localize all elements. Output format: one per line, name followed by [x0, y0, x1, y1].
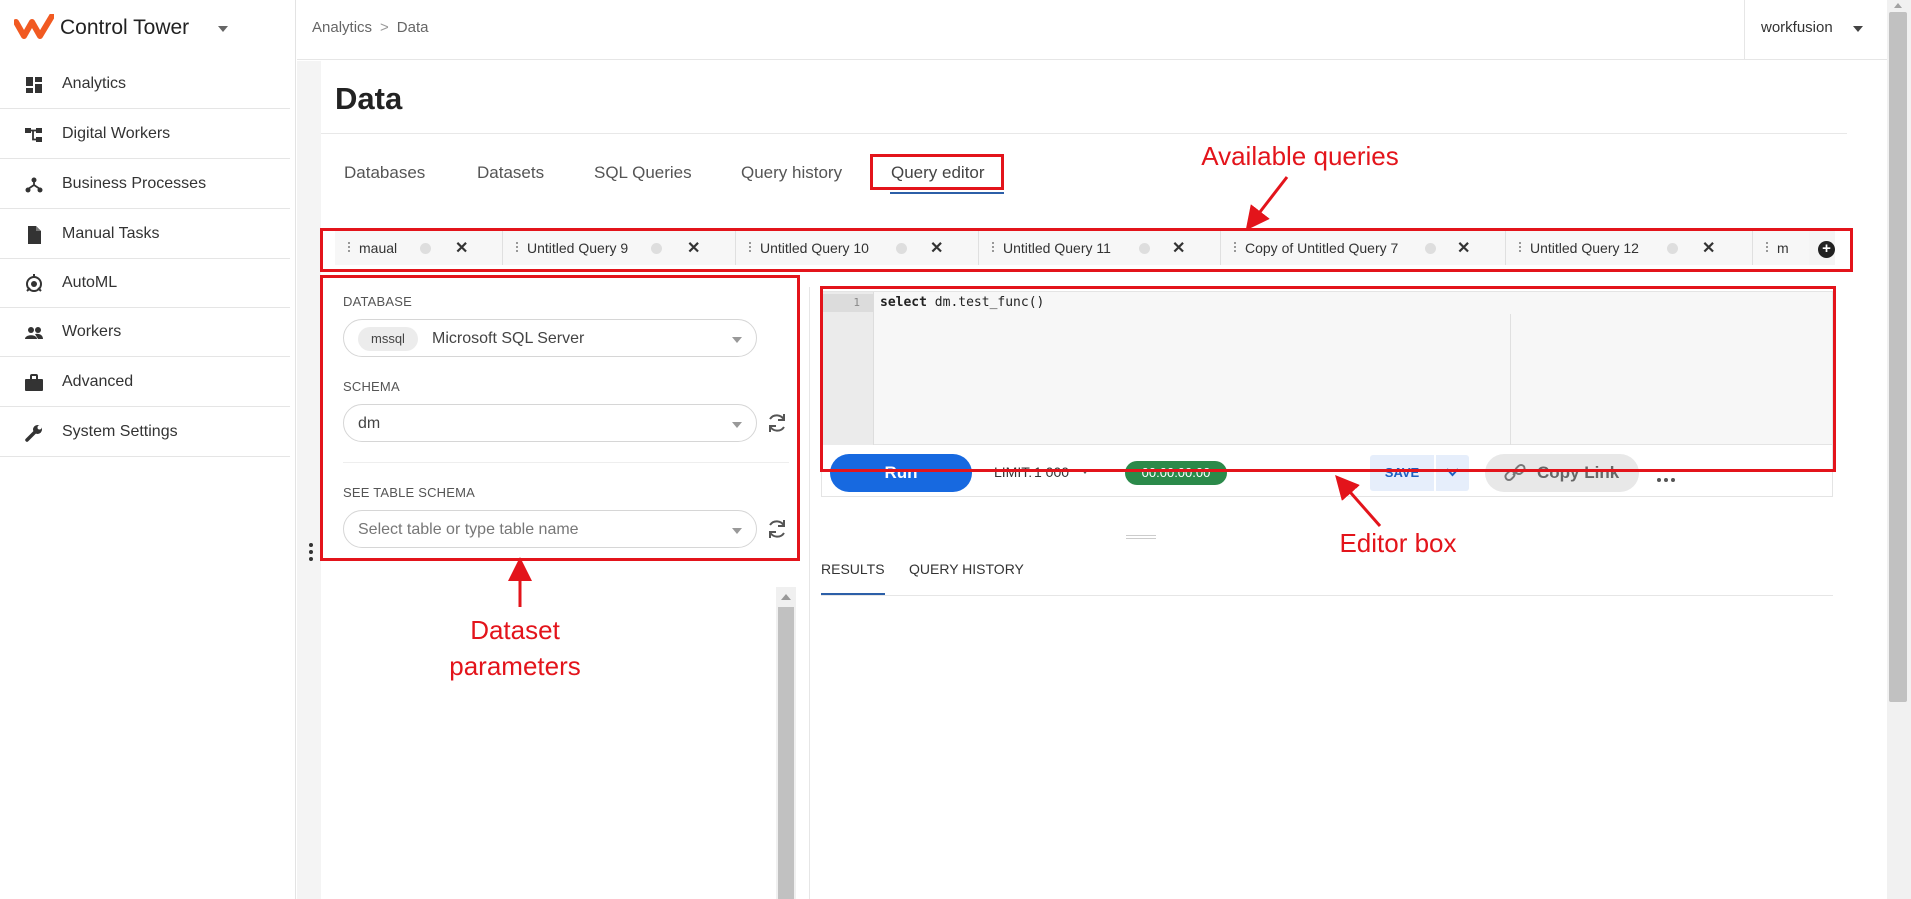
- sidebar-item-label: AutoML: [62, 274, 118, 291]
- process-icon: [25, 177, 43, 193]
- editor-resize-handle[interactable]: [1126, 535, 1156, 539]
- annotation-label-editor-box: Editor box: [1339, 528, 1457, 558]
- pane-divider[interactable]: [809, 287, 810, 899]
- annotation-label-line: Dataset: [470, 615, 560, 645]
- sidebar-item-manual-tasks[interactable]: Manual Tasks: [0, 210, 290, 259]
- tab-datasets[interactable]: Datasets: [477, 163, 544, 183]
- scroll-up-arrow-icon[interactable]: [1894, 3, 1902, 8]
- dashboard-icon: [26, 77, 42, 93]
- pane-resize-handle-icon[interactable]: [309, 543, 313, 564]
- scrollbar-thumb[interactable]: [1889, 12, 1907, 702]
- tab-results[interactable]: RESULTS: [821, 561, 885, 577]
- sidebar-item-analytics[interactable]: Analytics: [0, 60, 290, 109]
- sidebar-item-system-settings[interactable]: System Settings: [0, 408, 290, 457]
- tab-results-query-history[interactable]: QUERY HISTORY: [909, 561, 1024, 577]
- annotation-label-line: parameters: [449, 651, 581, 682]
- breadcrumb-separator: >: [380, 19, 389, 36]
- sidebar-item-label: Advanced: [62, 373, 134, 390]
- page-scrollbar[interactable]: [1887, 0, 1911, 899]
- app-brand[interactable]: Control Tower: [0, 0, 296, 60]
- annotation-box-editor: [820, 286, 1836, 472]
- annotation-box-query-editor-tab: [870, 154, 1004, 190]
- briefcase-icon: [25, 374, 43, 391]
- sidebar-item-business-processes[interactable]: Business Processes: [0, 160, 290, 209]
- annotation-box-dataset-parameters: [320, 275, 800, 561]
- chevron-down-icon: [1853, 26, 1863, 32]
- scrollbar-thumb[interactable]: [778, 607, 794, 899]
- wrench-icon: [25, 425, 42, 442]
- user-name: workfusion: [1761, 19, 1833, 36]
- tab-databases[interactable]: Databases: [344, 163, 425, 183]
- annotation-box-query-tabs: [320, 228, 1853, 272]
- scroll-up-arrow-icon[interactable]: [781, 594, 791, 600]
- breadcrumb: Analytics > Data: [312, 19, 428, 36]
- schema-scrollbar[interactable]: [776, 587, 796, 899]
- sidebar-item-label: Workers: [62, 323, 122, 340]
- breadcrumb-parent[interactable]: Analytics: [312, 19, 372, 36]
- divider: [821, 595, 1833, 596]
- page-title: Data: [335, 81, 403, 116]
- annotation-label-dataset-parameters: Dataset parameters: [415, 612, 615, 685]
- annotation-label-available-queries: Available queries: [1201, 141, 1399, 171]
- tab-query-history[interactable]: Query history: [741, 163, 842, 183]
- divider: [321, 133, 1847, 134]
- user-menu[interactable]: workfusion: [1744, 0, 1887, 60]
- tab-sql-queries[interactable]: SQL Queries: [594, 163, 692, 183]
- sidebar-item-workers[interactable]: Workers: [0, 308, 290, 357]
- app-switcher-caret-icon[interactable]: [218, 26, 228, 32]
- sidebar-item-label: Analytics: [62, 75, 127, 92]
- breadcrumb-current: Data: [396, 19, 429, 36]
- sidebar-item-automl[interactable]: AutoML: [0, 259, 290, 308]
- sidebar-item-digital-workers[interactable]: Digital Workers: [0, 110, 290, 159]
- sidebar-item-label: Manual Tasks: [62, 225, 160, 242]
- workfusion-logo-icon: [14, 14, 54, 39]
- workers-tree-icon: [25, 128, 42, 142]
- app-title: Control Tower: [60, 16, 190, 39]
- sidebar-item-advanced[interactable]: Advanced: [0, 358, 290, 407]
- top-bar: Analytics > Data workfusion: [297, 0, 1887, 60]
- sidebar: Control Tower Analytics Digital Workers …: [0, 0, 296, 899]
- sidebar-item-label: Digital Workers: [62, 125, 171, 142]
- automl-icon: [26, 274, 42, 292]
- document-icon: [28, 226, 41, 244]
- sidebar-item-label: System Settings: [62, 423, 178, 440]
- people-icon: [25, 327, 43, 339]
- sidebar-item-label: Business Processes: [62, 175, 207, 192]
- active-tab-indicator: [890, 192, 1004, 194]
